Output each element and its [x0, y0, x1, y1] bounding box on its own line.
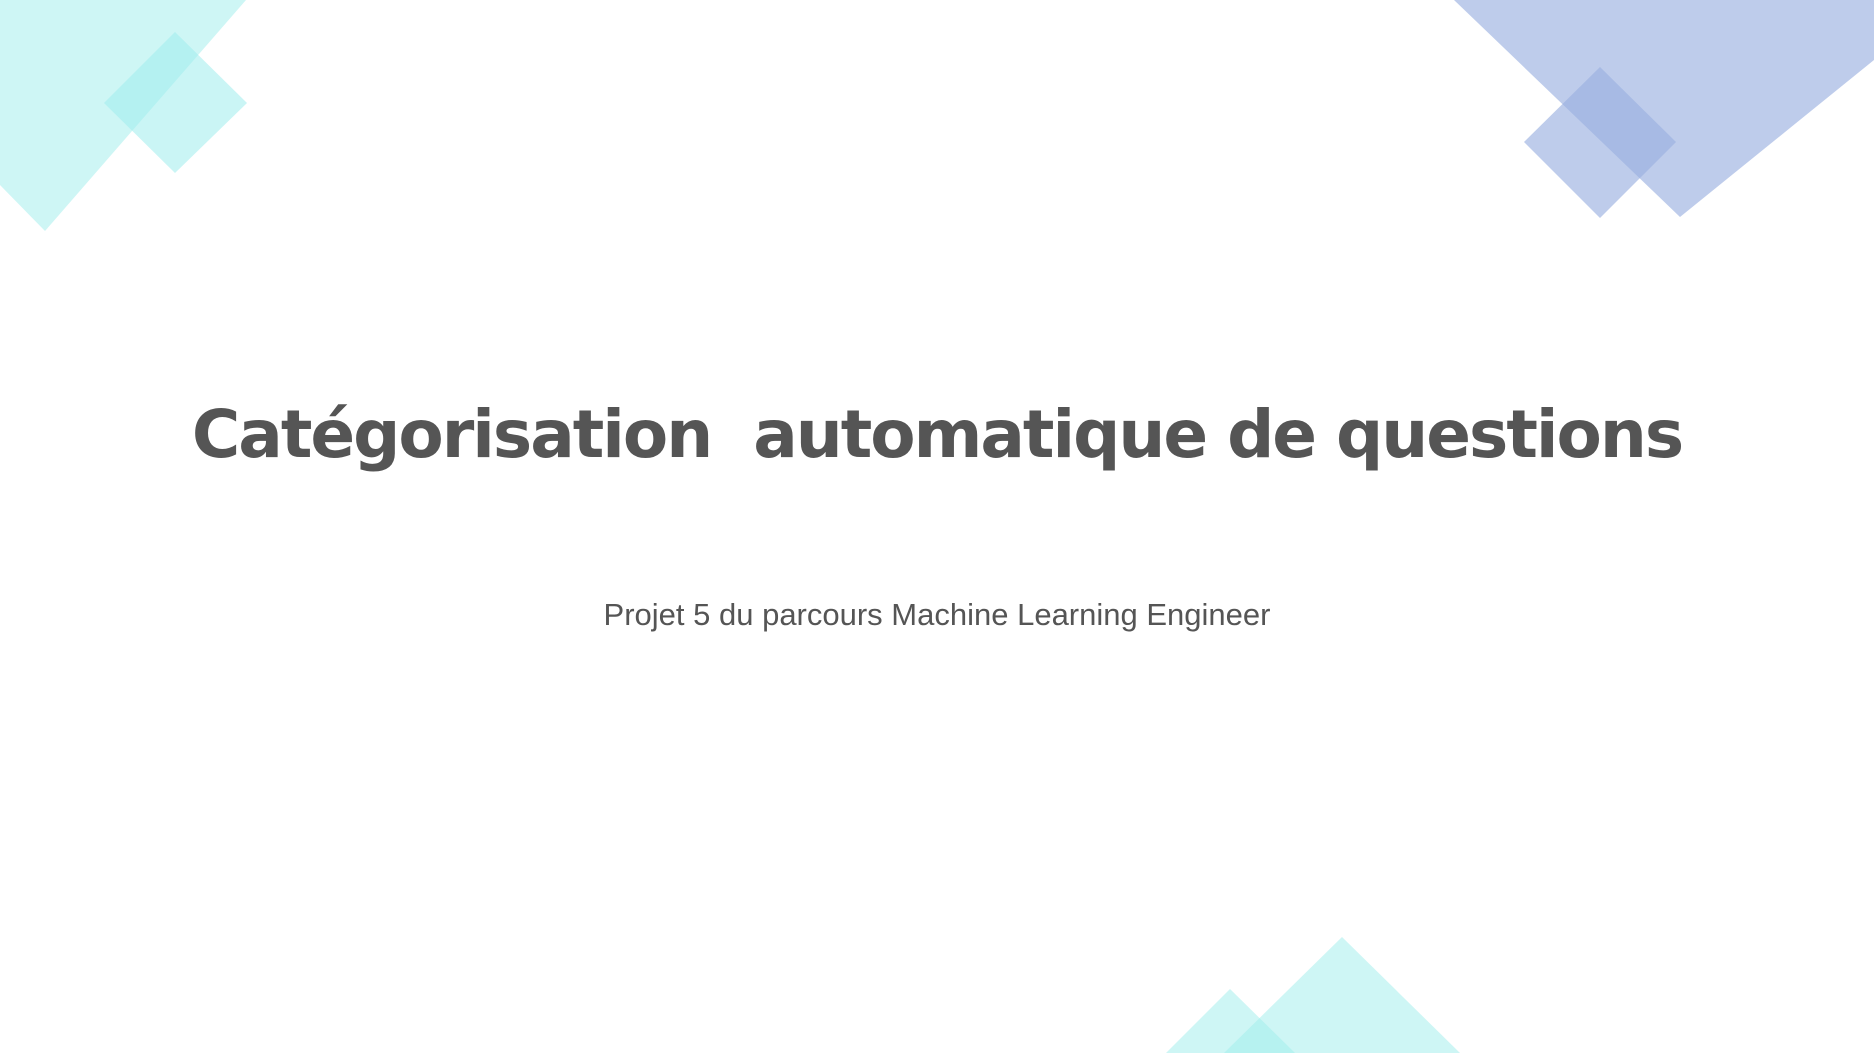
top-left-large-diamond	[0, 0, 246, 231]
slide-subtitle: Projet 5 du parcours Machine Learning En…	[603, 597, 1271, 632]
slide-title: Catégorisation automatique de questions	[191, 396, 1684, 473]
bottom-large-triangle	[1224, 937, 1460, 1053]
decorative-shapes	[0, 0, 1874, 1053]
top-right-large-triangle	[1454, 0, 1874, 217]
bottom-small-triangle	[1166, 989, 1295, 1053]
top-right-small-diamond	[1524, 67, 1676, 218]
top-left-small-diamond	[104, 32, 247, 173]
